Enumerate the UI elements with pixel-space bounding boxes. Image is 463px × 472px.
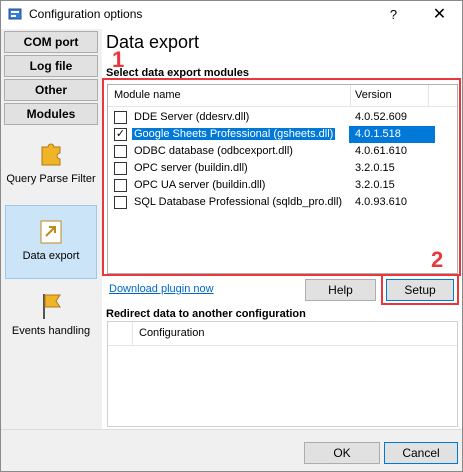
column-header-configuration[interactable]: Configuration	[139, 327, 204, 339]
module-checkbox[interactable]	[114, 196, 127, 209]
setup-button[interactable]: Setup	[386, 279, 454, 301]
help-title-button[interactable]: ?	[371, 1, 416, 29]
module-version: 4.0.1.518	[355, 128, 401, 140]
module-checkbox[interactable]	[114, 162, 127, 175]
export-icon	[40, 220, 62, 244]
tab-log-file[interactable]: Log file	[4, 55, 98, 77]
column-separator	[428, 85, 429, 107]
column-separator	[350, 85, 351, 107]
module-checkbox[interactable]	[114, 179, 127, 192]
puzzle-icon	[41, 143, 61, 166]
sidebar-item-label: Data export	[22, 250, 80, 262]
module-row[interactable]: OPC UA server (buildin.dll) 3.2.0.15	[108, 177, 457, 194]
module-row[interactable]: DDE Server (ddesrv.dll) 4.0.52.609	[108, 109, 457, 126]
sidebar-item-events-handling[interactable]: Events handling	[5, 291, 97, 347]
module-name: ODBC database (odbcexport.dll)	[134, 145, 293, 157]
sidebar-item-data-export[interactable]: Data export	[5, 205, 97, 279]
dialog-footer: OK Cancel	[1, 429, 462, 471]
module-checkbox[interactable]: ✓	[114, 128, 127, 141]
module-name: OPC server (buildin.dll)	[134, 162, 248, 174]
module-name: OPC UA server (buildin.dll)	[134, 179, 266, 191]
main-panel: Data export Select data export modules 1…	[102, 29, 462, 429]
flag-icon	[43, 294, 61, 319]
sidebar-item-label: Query Parse Filter	[6, 173, 96, 185]
list-header: Module name Version	[108, 85, 457, 107]
column-header-version[interactable]: Version	[355, 89, 392, 101]
app-icon	[8, 8, 22, 20]
column-header-module-name[interactable]: Module name	[114, 89, 181, 101]
module-row[interactable]: SQL Database Professional (sqldb_pro.dll…	[108, 194, 457, 211]
tab-modules[interactable]: Modules	[4, 103, 98, 125]
modules-list[interactable]: Module name Version DDE Server (ddesrv.d…	[107, 84, 458, 274]
annotation-number-1: 1	[112, 47, 125, 72]
help-button[interactable]: Help	[305, 279, 376, 301]
annotation-number-2: 2	[431, 247, 444, 272]
sidebar-item-query-parse-filter[interactable]: Query Parse Filter	[5, 141, 97, 203]
download-plugin-link[interactable]: Download plugin now	[109, 283, 214, 295]
window-title: Configuration options	[29, 7, 143, 21]
module-checkbox[interactable]	[114, 145, 127, 158]
module-row[interactable]: ODBC database (odbcexport.dll) 4.0.61.61…	[108, 143, 457, 160]
module-name: SQL Database Professional (sqldb_pro.dll…	[134, 196, 343, 208]
redirect-section-label: Redirect data to another configuration	[106, 308, 306, 320]
redirect-config-list[interactable]: Configuration	[107, 321, 458, 427]
module-version: 4.0.61.610	[355, 145, 407, 157]
module-row[interactable]: OPC server (buildin.dll) 3.2.0.15	[108, 160, 457, 177]
module-version: 4.0.52.609	[355, 111, 407, 123]
cancel-button[interactable]: Cancel	[384, 442, 458, 464]
close-button[interactable]: ✕	[417, 1, 462, 29]
module-name: DDE Server (ddesrv.dll)	[134, 111, 250, 123]
module-checkbox[interactable]	[114, 111, 127, 124]
sidebar-item-label: Events handling	[11, 325, 91, 337]
sidebar: COM port Log file Other Modules Query Pa…	[1, 29, 102, 429]
list-header: Configuration	[108, 322, 457, 346]
column-separator	[132, 322, 133, 346]
title-bar: Configuration options ? ✕	[1, 1, 462, 29]
module-version: 3.2.0.15	[355, 162, 395, 174]
ok-button[interactable]: OK	[304, 442, 380, 464]
module-version: 3.2.0.15	[355, 179, 395, 191]
module-row-selected[interactable]: ✓ Google Sheets Professional (gsheets.dl…	[108, 126, 457, 143]
tab-com-port[interactable]: COM port	[4, 31, 98, 53]
module-version: 4.0.93.610	[355, 196, 407, 208]
config-window: Configuration options ? ✕ COM port Log f…	[0, 0, 463, 472]
tab-other[interactable]: Other	[4, 79, 98, 101]
module-name: Google Sheets Professional (gsheets.dll)	[132, 128, 336, 140]
